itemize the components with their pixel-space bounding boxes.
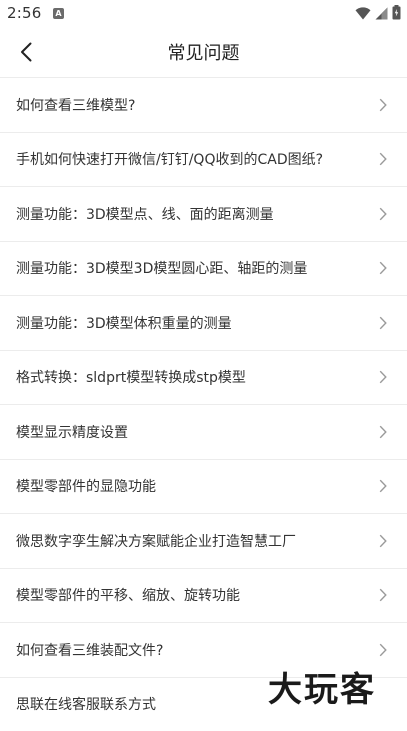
faq-item-label: 模型零部件的显隐功能 [16,476,156,496]
faq-item-label: 如何查看三维模型? [16,95,135,115]
chevron-right-icon [379,534,387,548]
faq-item-label: 如何查看三维装配文件? [16,640,163,660]
faq-item[interactable]: 手机如何快速打开微信/钉钉/QQ收到的CAD图纸? [0,132,407,187]
faq-item[interactable]: 测量功能：3D模型点、线、面的距离测量 [0,186,407,241]
notification-badge-icon: A [53,8,64,19]
status-icons [355,6,401,22]
status-time: 2:56 [7,4,41,22]
chevron-right-icon [379,316,387,330]
faq-item-label: 手机如何快速打开微信/钉钉/QQ收到的CAD图纸? [16,149,323,169]
chevron-right-icon [379,588,387,602]
chevron-right-icon [379,425,387,439]
faq-item[interactable]: 如何查看三维模型? [0,77,407,132]
watermark-logo: 大玩客 [268,662,376,711]
chevron-right-icon [379,152,387,166]
faq-item-label: 测量功能：3D模型3D模型圆心距、轴距的测量 [16,258,307,278]
chevron-right-icon [379,261,387,275]
faq-item-label: 模型零部件的平移、缩放、旋转功能 [16,585,240,605]
page-title: 常见问题 [0,39,407,65]
battery-icon [392,5,401,24]
chevron-right-icon [379,479,387,493]
chevron-right-icon [379,207,387,221]
faq-item-label: 测量功能：3D模型体积重量的测量 [16,313,232,333]
faq-item-label: 模型显示精度设置 [16,422,128,442]
header: 常见问题 [0,28,407,78]
chevron-right-icon [379,98,387,112]
chevron-right-icon [379,643,387,657]
faq-item-label: 测量功能：3D模型点、线、面的距离测量 [16,204,274,224]
faq-item[interactable]: 测量功能：3D模型3D模型圆心距、轴距的测量 [0,241,407,296]
faq-item-label: 微思数字孪生解决方案赋能企业打造智慧工厂 [16,531,296,551]
signal-icon [375,5,388,24]
wifi-icon [355,5,371,24]
faq-item[interactable]: 格式转换：sldprt模型转换成stp模型 [0,350,407,405]
faq-item[interactable]: 模型零部件的显隐功能 [0,459,407,514]
status-bar: 2:56 A [0,0,407,28]
faq-item-label: 思联在线客服联系方式 [16,694,156,714]
faq-item[interactable]: 模型零部件的平移、缩放、旋转功能 [0,568,407,623]
chevron-right-icon [379,370,387,384]
faq-item-label: 格式转换：sldprt模型转换成stp模型 [16,367,246,387]
faq-item[interactable]: 测量功能：3D模型体积重量的测量 [0,295,407,350]
faq-item[interactable]: 微思数字孪生解决方案赋能企业打造智慧工厂 [0,513,407,568]
faq-list: 如何查看三维模型? 手机如何快速打开微信/钉钉/QQ收到的CAD图纸? 测量功能… [0,77,407,731]
faq-item[interactable]: 模型显示精度设置 [0,404,407,459]
